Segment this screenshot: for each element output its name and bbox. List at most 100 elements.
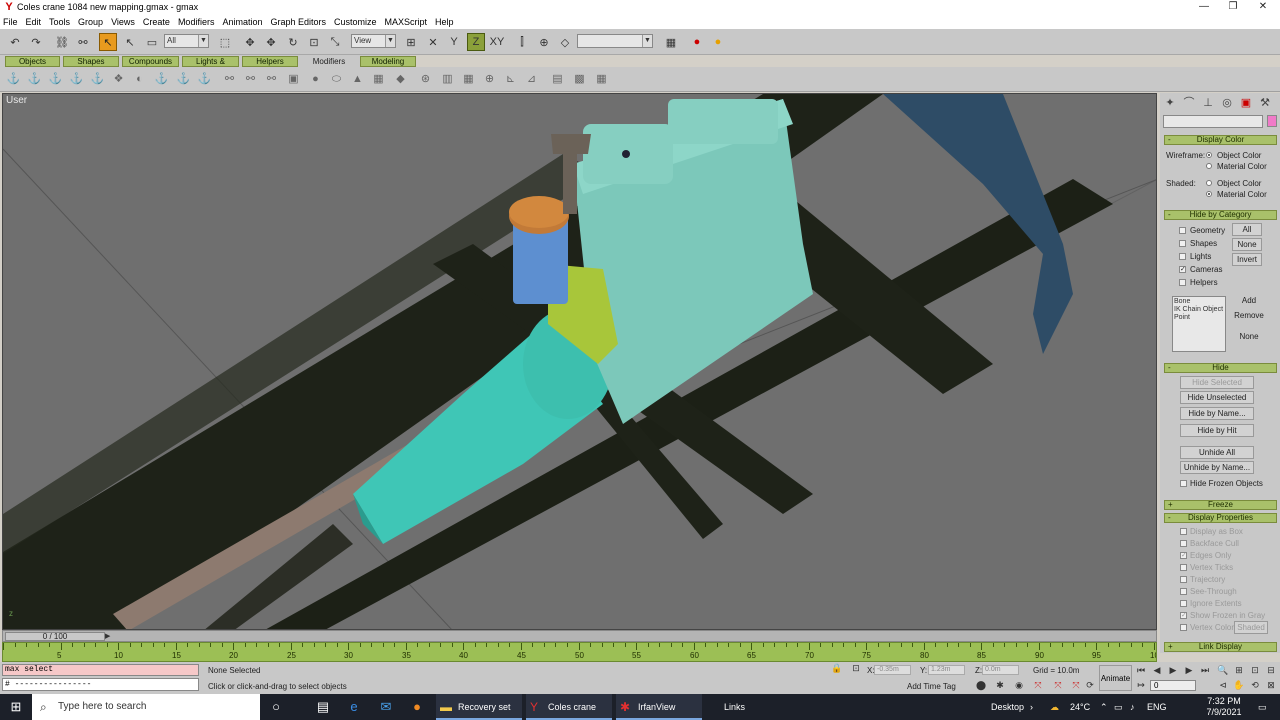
- set-key-icon[interactable]: ◉: [1011, 679, 1027, 692]
- optimize-icon[interactable]: ◆: [393, 72, 408, 87]
- lathe-icon[interactable]: ▦: [371, 72, 386, 87]
- menu-graph-editors[interactable]: Graph Editors: [270, 17, 326, 27]
- ffd-icon[interactable]: ❖: [111, 72, 126, 87]
- displace-icon[interactable]: ⊾: [503, 72, 518, 87]
- tab-modifiers[interactable]: Modifiers: [301, 56, 357, 67]
- snap-icon[interactable]: ◇: [556, 33, 574, 51]
- taskbar-app-recovery-set[interactable]: ▬ Recovery set: [436, 694, 522, 720]
- language-indicator[interactable]: ENG: [1147, 694, 1167, 720]
- previous-frame-icon[interactable]: ◀: [1149, 664, 1165, 677]
- store-icon[interactable]: ▤: [313, 697, 333, 717]
- select-and-rotate-icon[interactable]: ↻: [284, 33, 302, 51]
- edit-mesh-icon[interactable]: ⚯: [243, 72, 258, 87]
- menu-maxscript[interactable]: MAXScript: [385, 17, 428, 27]
- modify-tab-icon[interactable]: ⌒: [1181, 95, 1197, 111]
- xform-icon[interactable]: ⚓: [197, 72, 212, 87]
- taper-icon[interactable]: ⚓: [27, 72, 42, 87]
- spherify-icon[interactable]: ◐: [132, 72, 147, 87]
- tessellate-icon[interactable]: ▦: [461, 72, 476, 87]
- hide-frozen-checkbox[interactable]: [1180, 480, 1187, 487]
- key-mode-icon[interactable]: ✱: [992, 679, 1008, 692]
- menu-create[interactable]: Create: [143, 17, 170, 27]
- user-viewport[interactable]: z User: [2, 93, 1157, 630]
- network-icon[interactable]: ▭: [1114, 694, 1123, 720]
- cylinder-icon[interactable]: ⬭: [329, 72, 344, 87]
- list-remove-button[interactable]: Remove: [1232, 309, 1266, 322]
- weather-icon[interactable]: ☁: [1050, 694, 1059, 720]
- hide-by-hit-button[interactable]: Hide by Hit: [1180, 424, 1254, 437]
- region-select-icon[interactable]: ▭: [143, 33, 161, 51]
- shaded-object-color-radio[interactable]: [1206, 180, 1212, 186]
- cap-holes-icon[interactable]: ▤: [550, 72, 565, 87]
- edit-poly-icon[interactable]: ⚯: [264, 72, 279, 87]
- unhide-all-button[interactable]: Unhide All: [1180, 446, 1254, 459]
- tab-objects[interactable]: Objects: [5, 56, 60, 67]
- edge-icon[interactable]: e: [344, 697, 364, 717]
- category-all-button[interactable]: All: [1232, 223, 1262, 236]
- tray-expand-icon[interactable]: ›: [1030, 694, 1033, 720]
- lights-checkbox[interactable]: [1179, 253, 1186, 260]
- add-time-tag[interactable]: Add Time Tag: [907, 682, 956, 691]
- vertex-ticks-checkbox[interactable]: [1180, 564, 1187, 571]
- restrict-xy-icon[interactable]: XY: [488, 33, 506, 51]
- clock[interactable]: 7:32 PM 7/9/2021: [1200, 696, 1248, 718]
- hierarchy-tab-icon[interactable]: ⊥: [1200, 95, 1216, 111]
- minimize-button[interactable]: —: [1189, 0, 1219, 14]
- mail-icon[interactable]: ✉: [376, 697, 396, 717]
- restrict-z-icon[interactable]: Z: [467, 33, 485, 51]
- menu-help[interactable]: Help: [435, 17, 454, 27]
- noise-icon[interactable]: ⚓: [69, 72, 84, 87]
- menu-tools[interactable]: Tools: [49, 17, 70, 27]
- show-hidden-icons-icon[interactable]: ⌃: [1100, 694, 1108, 720]
- mirror-y-icon[interactable]: Y: [445, 33, 463, 51]
- object-name-field[interactable]: [1163, 115, 1263, 128]
- show-frozen-gray-checkbox[interactable]: ✓: [1180, 612, 1187, 619]
- utilities-tab-icon[interactable]: ⚒: [1257, 95, 1273, 111]
- relax-icon[interactable]: ⊕: [482, 72, 497, 87]
- z-coordinate-field[interactable]: 0.0m: [982, 665, 1019, 675]
- object-color-swatch[interactable]: [1267, 115, 1277, 127]
- reference-coord-dropdown[interactable]: View ▼: [351, 34, 396, 48]
- named-selection-dropdown[interactable]: ▼: [577, 34, 653, 48]
- time-slider-thumb[interactable]: 0 / 100: [5, 632, 105, 641]
- time-slider[interactable]: 0 / 100 ▶: [2, 630, 1157, 642]
- rollout-display-color[interactable]: - Display Color: [1164, 135, 1277, 145]
- redo-icon[interactable]: ↷: [27, 33, 45, 51]
- arc-rotate-icon[interactable]: ⟲: [1247, 679, 1263, 692]
- vertex-paint-icon[interactable]: ▦: [594, 72, 609, 87]
- notifications-icon[interactable]: ▭: [1258, 694, 1267, 720]
- go-to-end-icon[interactable]: ⏭: [1197, 664, 1213, 677]
- shaded-material-color-radio[interactable]: [1206, 191, 1212, 197]
- list-item[interactable]: Bone: [1174, 298, 1224, 306]
- tab-lights-cameras[interactable]: Lights & Cameras: [182, 56, 239, 75]
- rollout-hide-by-category[interactable]: - Hide by Category: [1164, 210, 1277, 220]
- zoom-extents-viewport-icon[interactable]: ⊡: [1247, 664, 1263, 677]
- zoom-extents-all-icon[interactable]: ⊟: [1263, 664, 1279, 677]
- tab-shapes[interactable]: Shapes: [63, 56, 119, 67]
- play-icon[interactable]: ▶: [1165, 664, 1181, 677]
- select-and-link-icon[interactable]: ⛓: [53, 33, 71, 51]
- select-object-icon[interactable]: ↖: [99, 33, 117, 51]
- quick-render-icon[interactable]: ●: [709, 33, 727, 51]
- zoom-extents-icon[interactable]: ⤧: [1050, 679, 1066, 692]
- close-button[interactable]: ✕: [1248, 0, 1278, 14]
- select-by-name-icon[interactable]: ↖: [121, 33, 139, 51]
- squash-icon[interactable]: ⤡: [326, 33, 344, 51]
- viewport-label[interactable]: User: [6, 95, 27, 106]
- menu-animation[interactable]: Animation: [222, 17, 262, 27]
- cortana-icon[interactable]: ○: [266, 697, 286, 717]
- menu-customize[interactable]: Customize: [334, 17, 377, 27]
- hide-by-name-button[interactable]: Hide by Name...: [1180, 407, 1254, 420]
- helpers-checkbox[interactable]: [1179, 279, 1186, 286]
- unwrap-icon[interactable]: ▩: [572, 72, 587, 87]
- mirror-x-icon[interactable]: ✕: [424, 33, 442, 51]
- select-and-move-icon[interactable]: ✥: [241, 33, 259, 51]
- category-invert-button[interactable]: Invert: [1232, 253, 1262, 266]
- uvw-map-icon[interactable]: ⚯: [222, 72, 237, 87]
- maximize-viewport-icon[interactable]: ⊠: [1263, 679, 1279, 692]
- select-and-manipulate-icon[interactable]: ⬚: [216, 33, 234, 51]
- maxscript-input[interactable]: # ----------------: [2, 678, 199, 691]
- hide-selected-button[interactable]: Hide Selected: [1180, 376, 1254, 389]
- unlink-icon[interactable]: ⚯: [74, 33, 92, 51]
- next-frame-icon[interactable]: ▶: [1181, 664, 1197, 677]
